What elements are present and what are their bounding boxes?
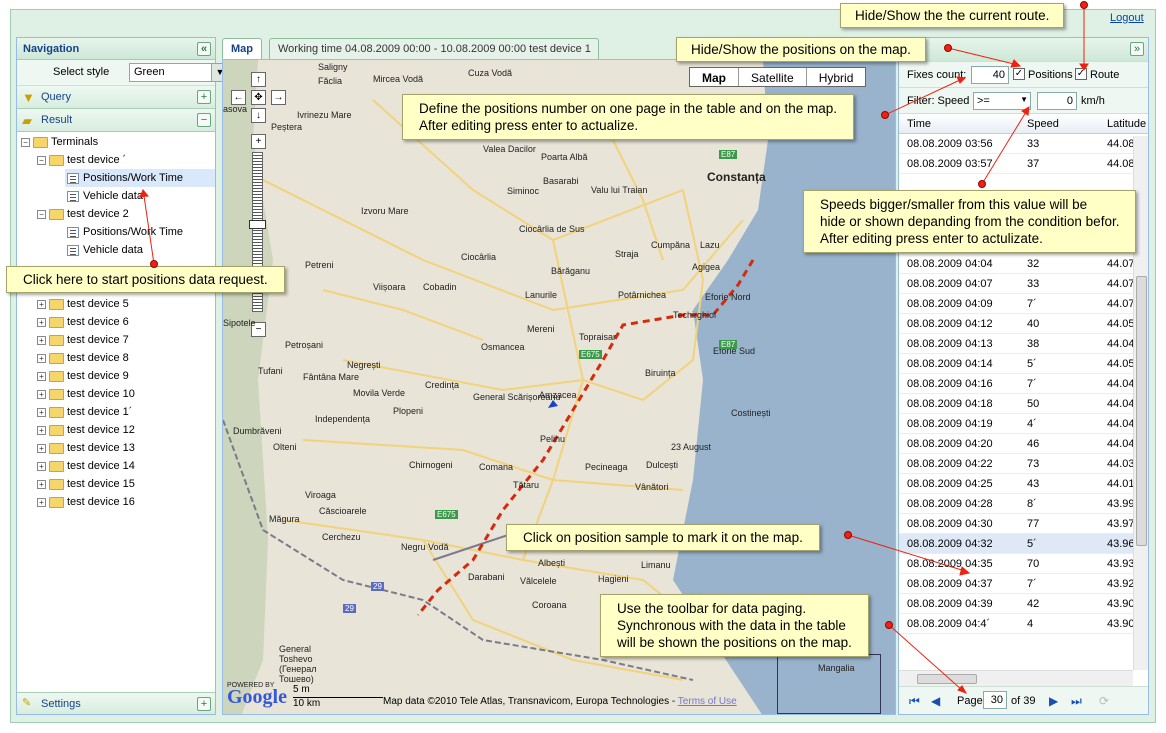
- callout-speeds: Speeds bigger/smaller from this value wi…: [803, 190, 1137, 253]
- callout-dot: [944, 44, 952, 52]
- callout-define: Define the positions number on one page …: [402, 94, 855, 140]
- callout-toolbar: Use the toolbar for data paging. Synchro…: [600, 594, 869, 657]
- callout-dot: [885, 621, 893, 629]
- callout-dot: [150, 260, 158, 268]
- callout-route: Hide/Show the the current route.: [840, 3, 1065, 28]
- callout-click-here: Click here to start positions data reque…: [6, 266, 285, 293]
- callout-dot: [1080, 1, 1088, 9]
- callout-click-sample: Click on position sample to mark it on t…: [506, 524, 820, 551]
- callout-positions: Hide/Show the positions on the map.: [676, 37, 926, 62]
- callout-dot: [844, 531, 852, 539]
- callout-dot: [978, 180, 986, 188]
- callout-dot: [881, 111, 889, 119]
